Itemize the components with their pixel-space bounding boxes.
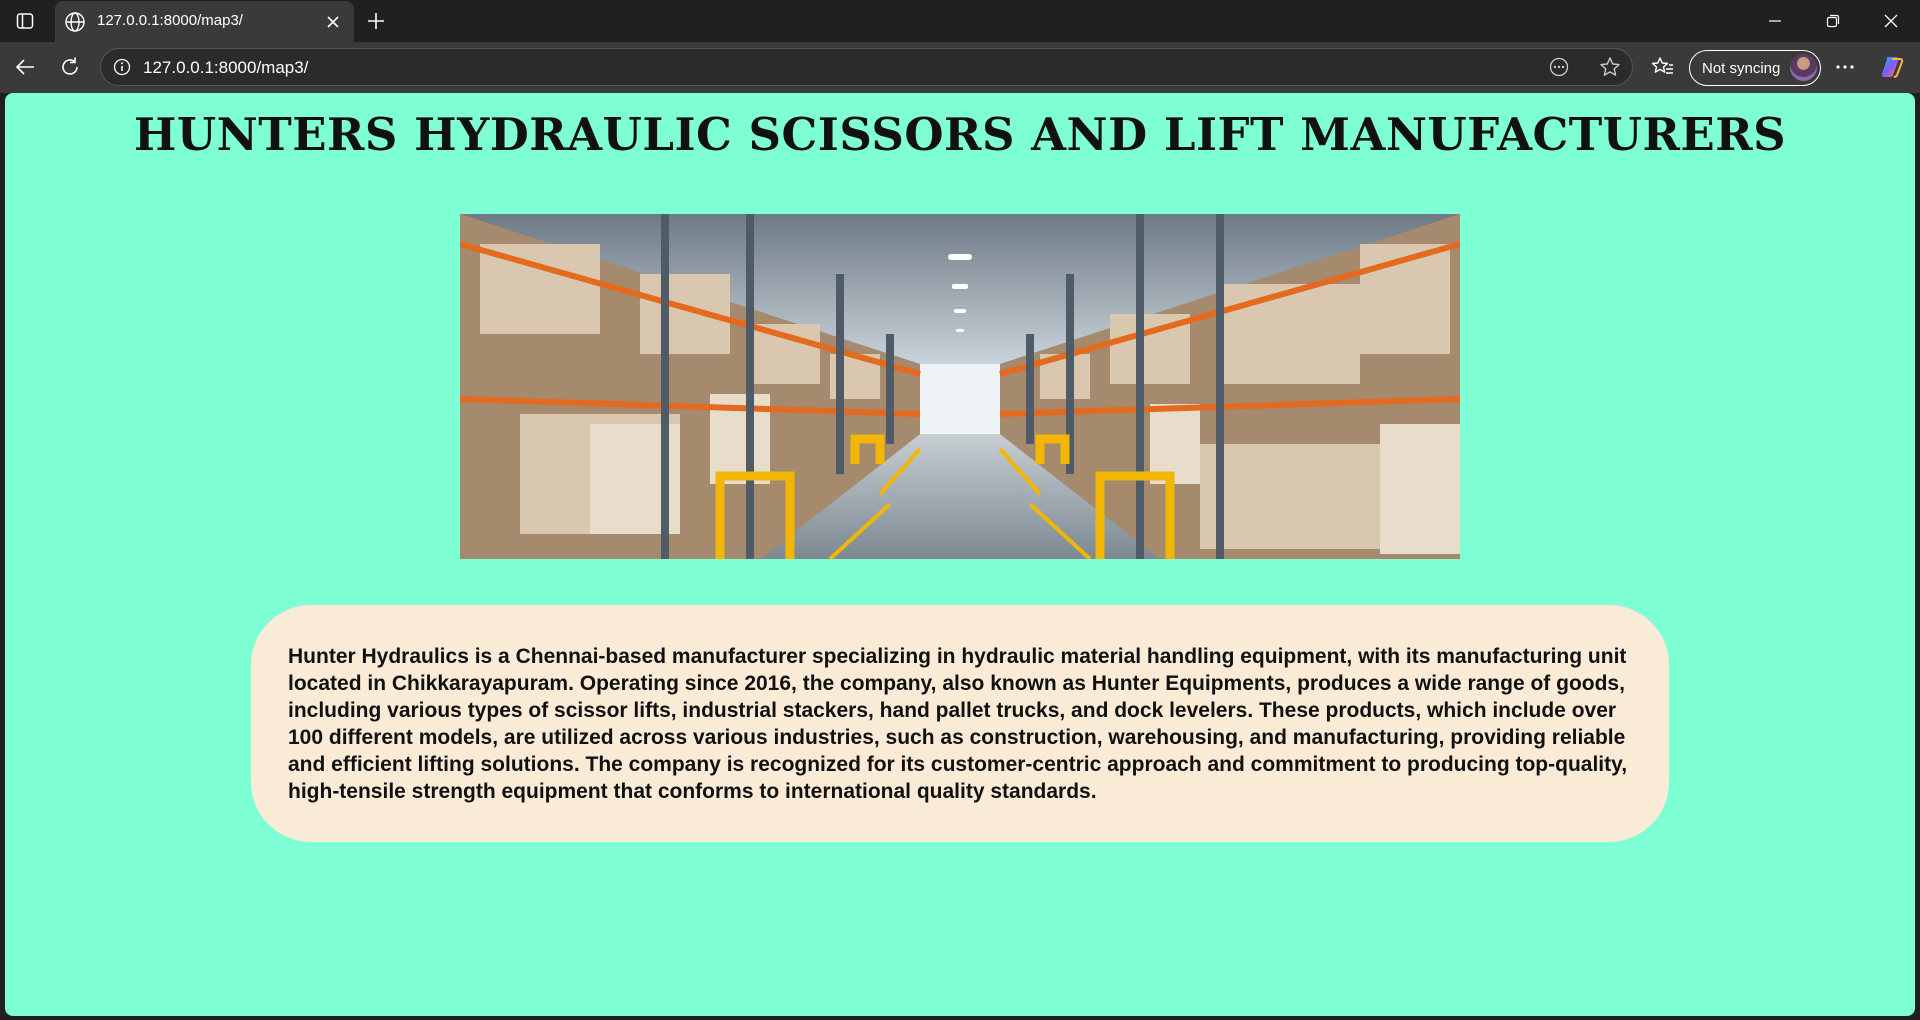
globe-icon	[64, 11, 86, 33]
sync-label: Not syncing	[1702, 60, 1781, 77]
more-icon[interactable]	[1830, 52, 1860, 82]
info-card: Hunter Hydraulics is a Chennai-based man…	[251, 605, 1669, 842]
company-description: Hunter Hydraulics is a Chennai-based man…	[288, 645, 1628, 803]
info-icon[interactable]	[107, 52, 137, 82]
close-window-icon[interactable]	[1868, 6, 1914, 36]
star-icon[interactable]	[1595, 52, 1625, 82]
sidebar-toggle-icon[interactable]	[14, 10, 36, 32]
back-arrow-icon[interactable]	[10, 52, 40, 82]
close-icon[interactable]	[322, 11, 344, 33]
avatar	[1790, 54, 1817, 81]
url-text[interactable]: 127.0.0.1:8000/map3/	[143, 58, 308, 78]
page-viewport: HUNTERS HYDRAULIC SCISSORS AND LIFT MANU…	[5, 93, 1915, 1016]
browser-tab[interactable]: 127.0.0.1:8000/map3/	[55, 1, 354, 42]
warehouse-aisle-photo	[459, 214, 1461, 561]
refresh-icon[interactable]	[55, 52, 85, 82]
restore-icon[interactable]	[1810, 6, 1856, 36]
tab-title: 127.0.0.1:8000/map3/	[97, 12, 243, 29]
title-bar: 127.0.0.1:8000/map3/	[0, 0, 1920, 42]
profile-sync-button[interactable]: Not syncing	[1689, 50, 1821, 86]
address-bar[interactable]: 127.0.0.1:8000/map3/	[100, 48, 1633, 86]
copilot-icon[interactable]	[1877, 52, 1907, 82]
favorites-icon[interactable]	[1648, 52, 1678, 82]
minimize-icon[interactable]	[1752, 6, 1798, 36]
page-title: HUNTERS HYDRAULIC SCISSORS AND LIFT MANU…	[133, 108, 1787, 161]
read-aloud-icon[interactable]	[1544, 52, 1574, 82]
plus-icon[interactable]	[364, 9, 388, 33]
browser-toolbar: 127.0.0.1:8000/map3/ Not syncing	[0, 42, 1920, 93]
